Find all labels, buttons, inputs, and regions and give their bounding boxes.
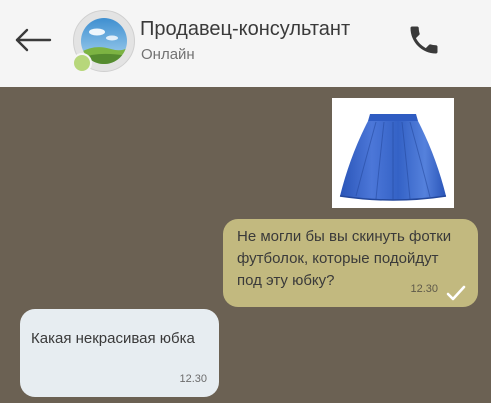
- message-text: Какая некрасивая юбка: [31, 330, 195, 347]
- phone-icon: [410, 26, 438, 54]
- chat-header: Продавец-консультант Онлайн: [0, 0, 491, 87]
- message-outgoing[interactable]: Не могли бы вы скинуть фотки футболок, к…: [223, 219, 478, 307]
- online-status-dot: [72, 53, 92, 73]
- call-button[interactable]: [406, 22, 442, 58]
- message-incoming[interactable]: Какая некрасивая юбка 12.30: [20, 309, 219, 397]
- back-button[interactable]: [12, 25, 54, 55]
- skirt-image: [332, 98, 454, 208]
- message-time: 12.30: [179, 373, 207, 385]
- message-photo[interactable]: [332, 98, 454, 208]
- contact-name: Продавец-консультант: [140, 18, 351, 40]
- checkmark-icon: [446, 285, 466, 301]
- message-time: 12.30: [410, 283, 438, 295]
- arrow-left-icon: [15, 28, 52, 52]
- contact-status: Онлайн: [141, 46, 195, 63]
